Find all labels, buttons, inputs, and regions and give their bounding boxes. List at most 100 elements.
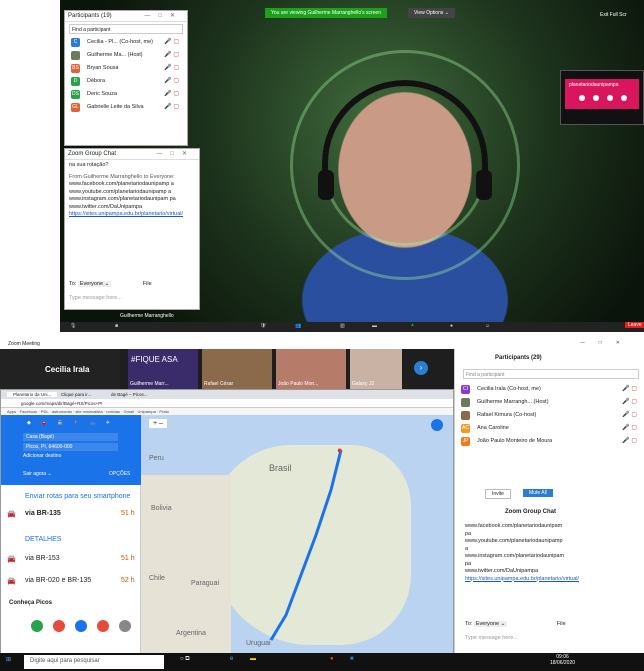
file-button[interactable]: File: [557, 621, 566, 627]
route-3[interactable]: via BR-020 e BR-135: [25, 577, 91, 584]
polls-icon[interactable]: ▥: [340, 323, 345, 329]
participant-row[interactable]: GL Gabrielle Leite da Silva 🎤 ▢: [65, 101, 187, 114]
zoom-icon[interactable]: ■: [350, 656, 354, 662]
thumb-galaxy[interactable]: Galaxy J2: [350, 349, 402, 389]
details-link[interactable]: DETALHES: [25, 536, 61, 543]
google-map[interactable]: Brasil Bolivia Paraguai Chile Argentina …: [141, 415, 453, 654]
participant-search-input[interactable]: Find a participant: [463, 369, 639, 379]
participant-row[interactable]: Guilherme Marrangh... (Host) 🎤 ▢: [455, 396, 644, 409]
mic-camera-icon[interactable]: 🎤 ▢: [164, 101, 179, 114]
browser-tab[interactable]: Clique para ir...: [61, 392, 91, 397]
window-controls[interactable]: —□✕: [156, 150, 195, 157]
browser-tab[interactable]: de Bagé – Picos...: [111, 392, 148, 397]
exit-fullscreen-button[interactable]: Exit Full Scr: [600, 12, 627, 18]
mic-camera-icon[interactable]: 🎤 ▢: [622, 435, 637, 448]
avatar[interactable]: [431, 419, 443, 431]
chat-to-row: To: Everyone ⌄ File: [465, 621, 566, 627]
route-2[interactable]: via BR-153: [25, 555, 60, 562]
travel-mode-icons[interactable]: ◆🚗🚆🚶🚲✈: [27, 420, 120, 426]
reactions-icon[interactable]: ☺: [485, 323, 490, 329]
task-view-icon[interactable]: ○ ⧉: [180, 656, 190, 663]
mic-camera-icon[interactable]: 🎤 ▢: [164, 36, 179, 49]
chat-line: na sua rotação?: [69, 162, 109, 168]
options-button[interactable]: OPÇÕES: [109, 471, 130, 477]
chat-input[interactable]: Type message here...: [69, 295, 122, 301]
mic-camera-icon[interactable]: 🎤 ▢: [622, 383, 637, 396]
parking-icon[interactable]: [97, 620, 109, 632]
chat-link[interactable]: https://sites.unipampa.edu.br/planetario…: [465, 576, 635, 584]
chat-link[interactable]: https://sites.unipampa.edu.br/planetario…: [69, 211, 195, 219]
chat-input[interactable]: Type message here...: [465, 635, 518, 641]
chat-url: www.youtube.com/planetariodaunipamp a: [69, 188, 172, 195]
participant-row[interactable]: BS Bryan Sousa 🎤 ▢: [65, 62, 187, 75]
leave-now-select[interactable]: Sair agora ⌄: [23, 471, 52, 477]
mic-camera-icon[interactable]: 🎤 ▢: [164, 88, 179, 101]
participant-name: Guilherme Marrangh... (Host): [477, 399, 549, 405]
participant-row[interactable]: C Cecilia - Pl... (Co-host, me) 🎤 ▢: [65, 36, 187, 49]
share-screen-icon[interactable]: ▲: [410, 322, 415, 328]
mute-all-button[interactable]: Mute All: [523, 489, 553, 497]
to-field[interactable]: Picos, PI, 64600-000: [23, 443, 118, 451]
mic-camera-icon[interactable]: 🎤 ▢: [164, 62, 179, 75]
browser-tab[interactable]: Planetario da Uni...: [7, 392, 58, 397]
browser-tabs: Planetario da Uni... Clique para ir... d…: [1, 390, 453, 399]
thumb-joao[interactable]: João Paulo Mon...: [276, 349, 346, 389]
zoom-window-titlebar: Zoom Meeting —□✕: [0, 339, 644, 349]
participant-row[interactable]: CI Cecilia Irala (Co-host, me) 🎤 ▢: [455, 383, 644, 396]
car-icon: 🚘: [7, 511, 16, 518]
things-to-do-icon[interactable]: [75, 620, 87, 632]
mute-icon[interactable]: 🎙: [70, 323, 76, 329]
participants-panel-top: Participants (19) —□✕ Find a participant…: [64, 10, 188, 146]
window-controls[interactable]: —□✕: [580, 340, 634, 346]
chat-messages: www.facebook.com/planetariodaunipam pa w…: [461, 521, 639, 585]
window-controls[interactable]: —□✕: [144, 12, 183, 19]
know-picos-heading: Conheça Picos: [9, 600, 53, 606]
address-bar[interactable]: google.com/maps/dir/Bagé+RS/Picos+PI: [1, 399, 453, 408]
add-destination[interactable]: Adicionar destino: [23, 453, 61, 459]
thumb-rafael[interactable]: Rafael César: [202, 349, 272, 389]
participant-row[interactable]: JP João Paulo Monteiro de Moura 🎤 ▢: [455, 435, 644, 448]
chat-url: www.instagram.com/planetariodaunipam pa: [69, 196, 176, 202]
participants-icon[interactable]: 👥: [295, 323, 301, 329]
mic-camera-icon[interactable]: 🎤 ▢: [164, 75, 179, 88]
participant-name: João Paulo Monteiro de Moura: [477, 438, 553, 444]
zoom-controls[interactable]: + –: [149, 419, 167, 428]
windows-start-icon[interactable]: ⊞: [6, 656, 11, 663]
next-page-icon[interactable]: ›: [414, 361, 428, 375]
view-options-button[interactable]: View Options ⌄: [408, 8, 455, 18]
edge-icon[interactable]: e: [230, 656, 233, 662]
video-icon[interactable]: ■: [115, 323, 118, 329]
participant-row[interactable]: AC Ana Caroline 🎤 ▢: [455, 422, 644, 435]
participant-row[interactable]: DS Deric Souza 🎤 ▢: [65, 88, 187, 101]
mic-camera-icon[interactable]: 🎤 ▢: [622, 396, 637, 409]
explorer-icon[interactable]: ▬: [250, 656, 256, 662]
chrome-icon[interactable]: ●: [330, 656, 334, 662]
chat-panel-top: Zoom Group Chat —□✕ na sua rotação? From…: [64, 148, 200, 310]
leave-button[interactable]: Leave: [625, 322, 644, 328]
mic-camera-icon[interactable]: 🎤 ▢: [164, 49, 179, 62]
send-to-phone-link[interactable]: Enviar rotas para seu smartphone: [25, 493, 130, 500]
restaurants-icon[interactable]: [53, 620, 65, 632]
chat-to-row: To: Everyone ⌄ File: [69, 281, 152, 287]
file-button[interactable]: File: [143, 281, 152, 287]
participant-row[interactable]: Rafael Kimura (Co-host) 🎤 ▢: [455, 409, 644, 422]
thumb-guilherme[interactable]: #FIQUE ASA Guilherme Marr...: [128, 349, 198, 389]
participant-search-input[interactable]: Find a participant: [69, 24, 183, 34]
participant-row[interactable]: D Débora 🎤 ▢: [65, 75, 187, 88]
taskbar-search[interactable]: Digite aqui para pesquisar: [24, 655, 164, 669]
hotels-icon[interactable]: [31, 620, 43, 632]
participant-row[interactable]: Guilherme Ma... (Host) 🎤 ▢: [65, 49, 187, 62]
route-1[interactable]: via BR-135: [25, 510, 61, 517]
to-select[interactable]: Everyone ⌄: [77, 281, 112, 287]
record-icon[interactable]: ●: [450, 323, 453, 329]
thumb-cecilia[interactable]: Cecilia Irala: [0, 349, 120, 389]
invite-button[interactable]: Invite: [485, 489, 511, 499]
from-field[interactable]: Casa (Bagé): [23, 433, 118, 441]
mic-camera-icon[interactable]: 🎤 ▢: [622, 422, 637, 435]
to-select[interactable]: Everyone ⌄: [473, 621, 508, 627]
security-icon[interactable]: 🛡: [260, 323, 266, 329]
mic-camera-icon[interactable]: 🎤 ▢: [622, 409, 637, 422]
more-icon[interactable]: [119, 620, 131, 632]
destination-pin-icon[interactable]: ●: [337, 445, 342, 455]
chat-icon[interactable]: ▬: [372, 323, 377, 329]
